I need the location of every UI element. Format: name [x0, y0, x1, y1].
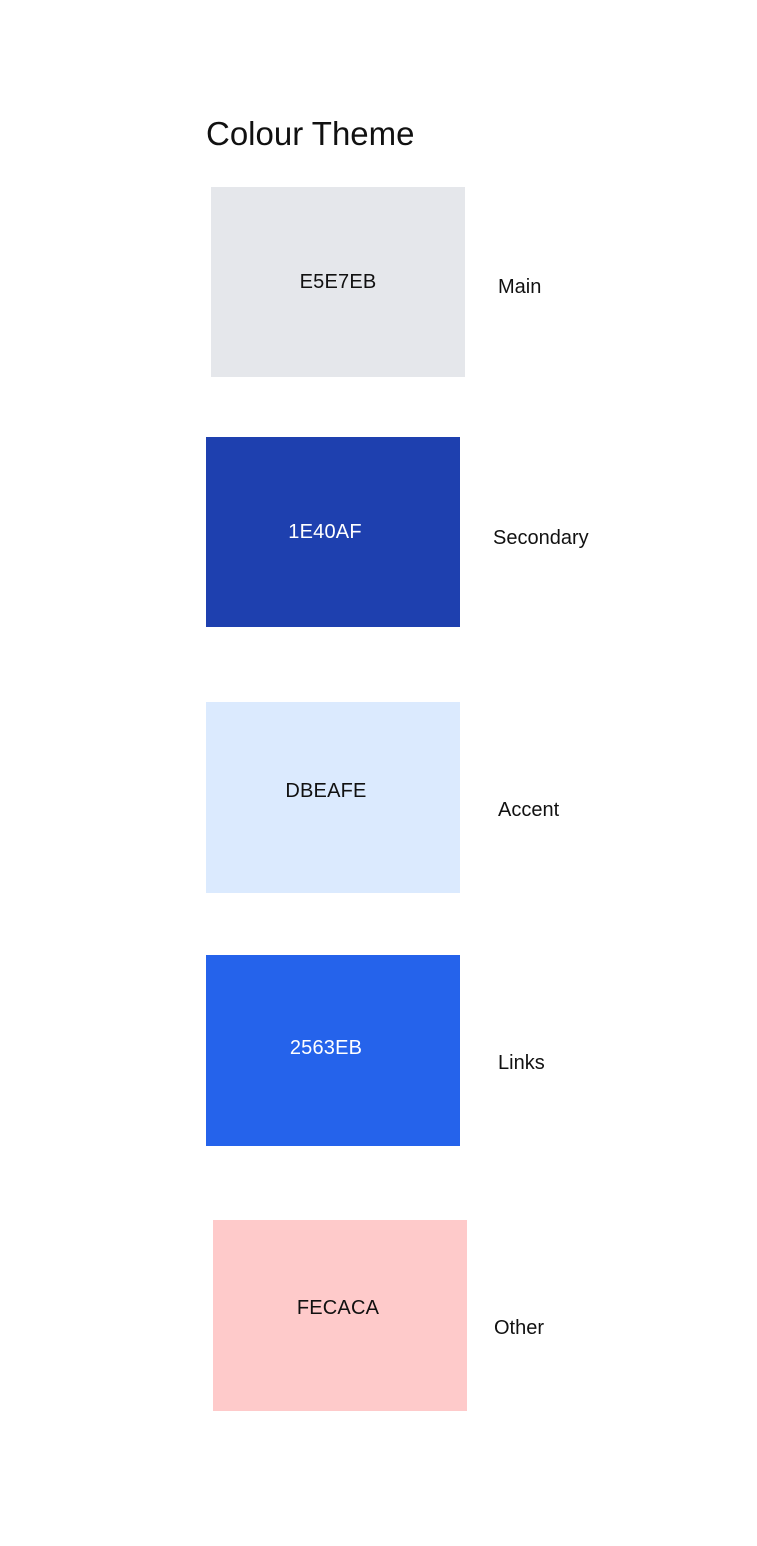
color-name-links: Links: [498, 1052, 545, 1074]
color-swatch-secondary: 1E40AF: [206, 437, 460, 627]
color-row-accent: DBEAFE Accent: [0, 702, 757, 893]
color-hex-other: FECACA: [296, 1296, 380, 1319]
color-name-main: Main: [498, 276, 542, 298]
page-title: Colour Theme: [206, 115, 415, 152]
color-swatch-other: FECACA: [213, 1220, 467, 1411]
color-row-other: FECACA Other: [0, 1220, 757, 1411]
color-swatch-main: E5E7EB: [211, 187, 465, 377]
color-swatch-links: 2563EB: [206, 955, 460, 1146]
color-name-other: Other: [494, 1317, 545, 1339]
color-row-links: 2563EB Links: [0, 955, 757, 1146]
color-swatch-accent: DBEAFE: [206, 702, 460, 893]
color-hex-secondary: 1E40AF: [288, 521, 362, 543]
color-name-secondary: Secondary: [493, 527, 589, 549]
color-row-secondary: 1E40AF Secondary: [0, 437, 757, 627]
color-hex-links: 2563EB: [289, 1036, 363, 1059]
color-name-accent: Accent: [498, 799, 560, 821]
color-row-main: E5E7EB Main: [0, 187, 757, 377]
color-hex-accent: DBEAFE: [285, 779, 367, 802]
color-hex-main: E5E7EB: [299, 271, 377, 293]
